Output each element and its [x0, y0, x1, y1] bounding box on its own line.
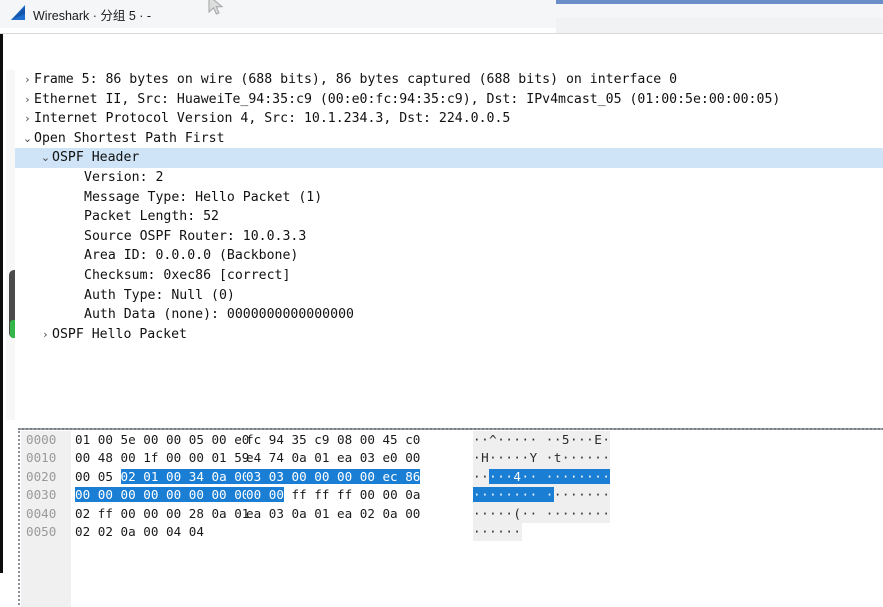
hex-row[interactable]: 0020 00 05 02 01 00 34 0a 00 03 03 00 00 0… — [18, 467, 883, 487]
chevron-down-icon[interactable]: ⌄ — [39, 148, 52, 168]
tree-row-label: Packet Length: 52 — [84, 209, 219, 225]
hex-bytes-group-2[interactable]: ea 03 0a 01 ea 02 0a 00 — [246, 505, 420, 523]
hex-bytes-group-2[interactable]: e4 74 0a 01 ea 03 e0 00 — [246, 449, 420, 467]
hex-pane-top-border — [18, 428, 883, 430]
tree-row-label: Version: 2 — [84, 169, 164, 185]
hex-ascii[interactable]: ·····4·· ········ — [473, 467, 611, 487]
tree-row-label: Area ID: 0.0.0.0 (Backbone) — [84, 248, 299, 264]
tree-row-label: Ethernet II, Src: HuaweiTe_94:35:c9 (00:… — [34, 91, 781, 107]
chevron-right-icon[interactable]: › — [21, 90, 34, 110]
chevron-right-icon[interactable]: › — [21, 70, 34, 90]
hex-rows-container[interactable]: 0000 01 00 5e 00 00 05 00 e0 fc 94 35 c9 0… — [18, 431, 883, 542]
hex-bytes-group-2[interactable]: fc 94 35 c9 08 00 45 c0 — [246, 431, 420, 449]
tree-row-label: OSPF Header — [52, 150, 140, 166]
tree-row-label: Open Shortest Path First — [34, 130, 225, 146]
tree-item-frame[interactable]: › Frame 5: 86 bytes on wire (688 bits), 8… — [15, 70, 883, 90]
tree-item-ethernet[interactable]: › Ethernet II, Src: HuaweiTe_94:35:c9 (00… — [15, 90, 883, 110]
mouse-cursor-icon — [208, 0, 224, 15]
window-title-bar: Wireshark · 分组 5 · - — [0, 0, 883, 34]
tree-row-label: Source OSPF Router: 10.0.3.3 — [84, 228, 307, 244]
hex-ascii[interactable]: ······ — [473, 522, 522, 542]
hex-ascii[interactable]: ········ ········ — [473, 486, 611, 505]
tree-item-ospf-header[interactable]: ⌄ OSPF Header — [15, 148, 883, 168]
tree-item-ipv4[interactable]: › Internet Protocol Version 4, Src: 10.1.… — [15, 109, 883, 129]
hex-bytes-group-1[interactable]: 02 02 0a 00 04 04 — [75, 523, 204, 541]
hex-row[interactable]: 0040 02 ff 00 00 00 28 0a 01 ea 03 0a 01 e… — [18, 504, 883, 523]
hex-bytes-group-1[interactable]: 00 05 02 01 00 34 0a 00 — [75, 468, 250, 486]
hex-bytes-group-2[interactable]: 00 00 ff ff ff 00 00 0a — [246, 486, 420, 504]
window-title: Wireshark · 分组 5 · - — [33, 9, 152, 23]
hex-row[interactable]: 0050 02 02 0a 00 04 04 ······ — [18, 522, 883, 542]
tree-row-label: Frame 5: 86 bytes on wire (688 bits), 86… — [34, 72, 678, 87]
tree-field-version[interactable]: Version: 2 — [15, 168, 883, 188]
tree-field-auth-type[interactable]: Auth Type: Null (0) — [15, 286, 883, 306]
hex-offset: 0000 — [26, 432, 57, 447]
horizontal-scrollbar-track[interactable] — [556, 18, 883, 34]
tree-row-label: Auth Data (none): 0000000000000000 — [84, 307, 354, 323]
tree-field-packet-length[interactable]: Packet Length: 52 — [15, 207, 883, 227]
hex-offset: 0040 — [26, 505, 57, 521]
tree-field-auth-data[interactable]: Auth Data (none): 0000000000000000 — [15, 305, 883, 325]
tree-field-source-router[interactable]: Source OSPF Router: 10.0.3.3 — [15, 227, 883, 247]
chevron-right-icon[interactable]: › — [21, 109, 34, 129]
hex-ascii[interactable]: ··^····· ··5···E· — [473, 431, 611, 450]
tree-field-checksum[interactable]: Checksum: 0xec86 [correct] — [15, 266, 883, 286]
hex-bytes-group-2[interactable]: 03 03 00 00 00 00 ec 86 — [246, 468, 421, 486]
hex-ascii[interactable]: ·····(·· ········ — [473, 504, 611, 523]
packet-detail-tree[interactable]: › Frame 5: 86 bytes on wire (688 bits), 8… — [15, 70, 883, 420]
packet-bytes-pane[interactable]: 0000 01 00 5e 00 00 05 00 e0 fc 94 35 c9 0… — [18, 431, 883, 607]
tree-row-label: Internet Protocol Version 4, Src: 10.1.2… — [34, 111, 511, 127]
hex-offset: 0030 — [26, 487, 57, 503]
tree-field-area-id[interactable]: Area ID: 0.0.0.0 (Backbone) — [15, 246, 883, 266]
tree-row-label: OSPF Hello Packet — [52, 326, 187, 342]
tree-item-ospf[interactable]: ⌄ Open Shortest Path First — [15, 129, 883, 149]
wireshark-fin-logo — [11, 5, 25, 20]
tree-row-label: Auth Type: Null (0) — [84, 287, 235, 303]
hex-ascii[interactable]: ·H·····Y ·t······ — [473, 449, 611, 468]
title-accent-bar — [556, 0, 883, 4]
chevron-right-icon[interactable]: › — [39, 325, 52, 345]
tree-field-message-type[interactable]: Message Type: Hello Packet (1) — [15, 188, 883, 208]
tree-row-label: Message Type: Hello Packet (1) — [84, 189, 323, 205]
hex-offset: 0010 — [26, 450, 57, 466]
hex-offset: 0020 — [26, 468, 57, 484]
hex-row[interactable]: 0010 00 48 00 1f 00 00 01 59 e4 74 0a 01 e… — [18, 449, 883, 468]
tree-item-ospf-hello[interactable]: › OSPF Hello Packet — [15, 325, 883, 345]
hex-row[interactable]: 0030 00 00 00 00 00 00 00 00 00 00 ff ff f… — [18, 486, 883, 505]
hex-bytes-group-1[interactable]: 00 48 00 1f 00 00 01 59 — [75, 449, 249, 467]
tree-row-label: Checksum: 0xec86 [correct] — [84, 267, 291, 283]
hex-offset-gutter-fill — [21, 545, 71, 607]
hex-bytes-group-1[interactable]: 01 00 5e 00 00 05 00 e0 — [75, 431, 249, 449]
hex-bytes-group-1[interactable]: 02 ff 00 00 00 28 0a 01 — [75, 505, 249, 523]
hex-offset: 0050 — [26, 523, 57, 539]
chevron-down-icon[interactable]: ⌄ — [21, 129, 34, 149]
hex-row[interactable]: 0000 01 00 5e 00 00 05 00 e0 fc 94 35 c9 0… — [18, 431, 883, 450]
window-body: › Frame 5: 86 bytes on wire (688 bits), 8… — [0, 34, 883, 607]
hex-bytes-group-1[interactable]: 00 00 00 00 00 00 00 00 — [75, 486, 250, 504]
